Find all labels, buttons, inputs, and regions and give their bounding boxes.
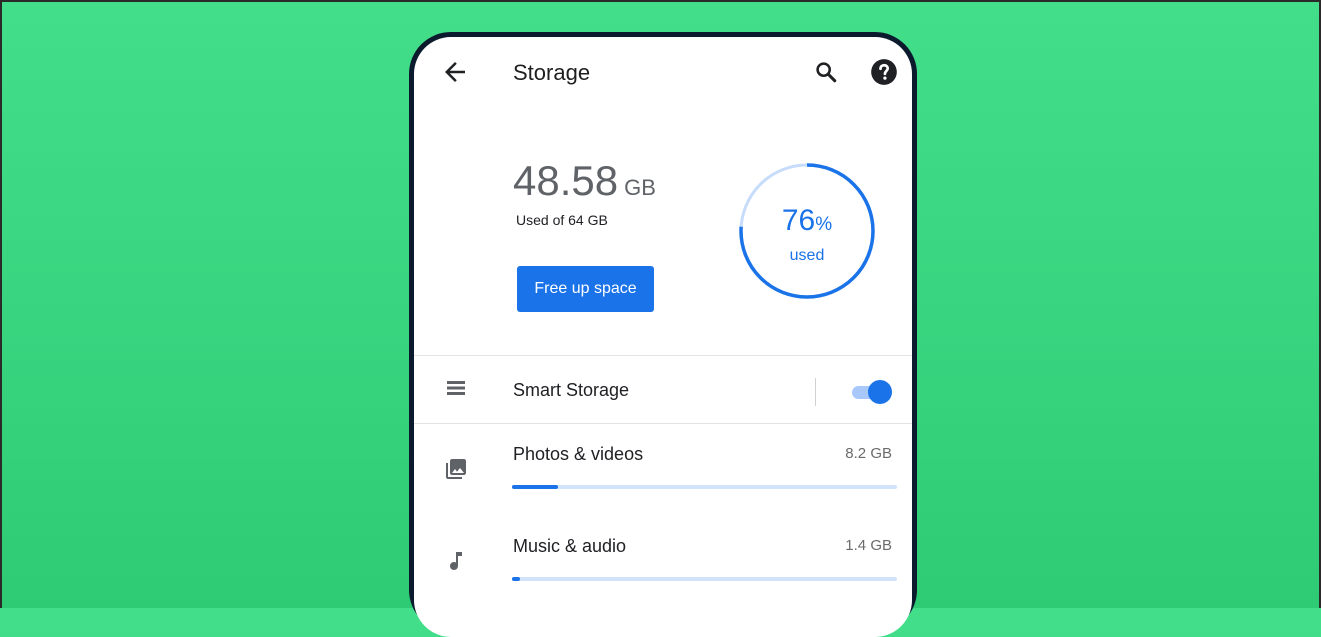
photo-library-icon <box>446 459 466 479</box>
used-caption: Used of 64 GB <box>516 212 608 228</box>
list-icon <box>447 381 465 395</box>
help-button[interactable] <box>870 58 898 86</box>
smart-storage-row[interactable]: Smart Storage <box>414 356 912 422</box>
phone-frame: Storage 48.58 GB Used of 64 GB Free up sp… <box>409 32 917 637</box>
toggle-thumb <box>868 380 892 404</box>
used-value: 48.58 <box>513 157 619 204</box>
vertical-separator <box>815 378 816 406</box>
free-up-space-button[interactable]: Free up space <box>517 266 654 312</box>
storage-screen: Storage 48.58 GB Used of 64 GB Free up sp… <box>414 37 912 637</box>
used-storage-amount: 48.58 GB <box>513 157 656 205</box>
category-size: 8.2 GB <box>845 445 892 462</box>
help-icon <box>871 59 897 85</box>
smart-storage-toggle[interactable] <box>850 378 894 406</box>
used-unit: GB <box>624 175 656 200</box>
arrow-back-icon <box>445 62 465 82</box>
page-title: Storage <box>513 60 591 85</box>
category-usage-bar <box>512 485 897 489</box>
category-usage-fill <box>512 577 520 581</box>
usage-percent-value: 76 <box>781 204 816 237</box>
category-label: Music & audio <box>513 536 627 556</box>
category-usage-fill <box>512 485 559 489</box>
category-row-music-audio[interactable]: Music & audio 1.4 GB <box>414 515 912 605</box>
search-icon <box>816 62 837 83</box>
music-note-icon <box>450 552 462 570</box>
category-size: 1.4 GB <box>845 537 892 554</box>
back-button[interactable] <box>440 57 470 87</box>
smart-storage-label: Smart Storage <box>513 380 630 400</box>
usage-percent-label: used <box>789 247 825 264</box>
usage-percent-symbol: % <box>815 214 833 235</box>
search-button[interactable] <box>812 58 840 86</box>
category-label: Photos & videos <box>513 444 644 464</box>
category-usage-bar <box>512 577 897 581</box>
app-bar: Storage <box>414 37 912 107</box>
category-row-photos-videos[interactable]: Photos & videos 8.2 GB <box>414 424 912 514</box>
usage-percent: 76% <box>737 204 877 238</box>
